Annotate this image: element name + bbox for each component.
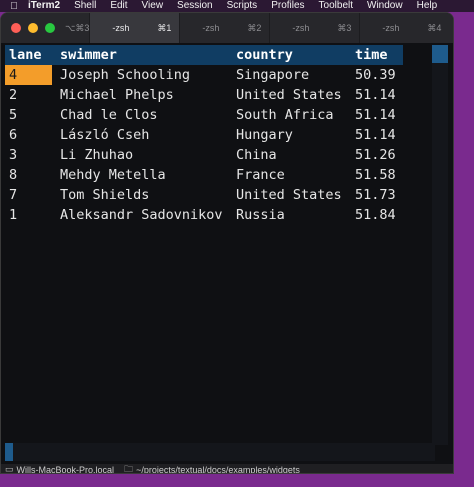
cell-time[interactable]: 51.14 <box>355 85 396 105</box>
tab-2[interactable]: -zsh ⌘2 <box>179 13 269 43</box>
cell-time[interactable]: 50.39 <box>355 65 396 85</box>
cell-time[interactable]: 51.73 <box>355 185 396 205</box>
horizontal-scrollbar[interactable] <box>5 443 435 461</box>
table-row[interactable]: 6 László Cseh Hungary 51.14 <box>5 125 403 145</box>
minimize-window-button[interactable] <box>28 23 38 33</box>
tab-label: -zsh <box>382 23 400 33</box>
tab-shortcut: ⌘1 <box>157 22 172 33</box>
column-header-lane[interactable]: lane <box>9 45 42 65</box>
cell-swimmer[interactable]: Chad le Clos <box>60 105 158 125</box>
cell-country[interactable]: United States <box>236 85 342 105</box>
cell-lane[interactable]: 8 <box>9 165 17 185</box>
close-window-button[interactable] <box>11 23 21 33</box>
column-header-time[interactable]: time <box>355 45 388 65</box>
current-path: ~/projects/textual/docs/examples/widgets <box>136 464 300 474</box>
window-controls <box>11 23 55 33</box>
menu-item-scripts[interactable]: Scripts <box>227 0 258 12</box>
cell-swimmer[interactable]: László Cseh <box>60 125 149 145</box>
vertical-scrollbar[interactable] <box>432 45 448 445</box>
vertical-scroll-thumb[interactable] <box>432 45 448 63</box>
table-row[interactable]: 1 Aleksandr Sadovnikov Russia 51.84 <box>5 205 403 225</box>
terminal-window: ⌥⌘3 -zsh ⌘1 -zsh ⌘2 -zsh ⌘3 -zsh ⌘4 + la… <box>0 12 454 474</box>
cell-country[interactable]: South Africa <box>236 105 334 125</box>
cell-lane[interactable]: 2 <box>9 85 17 105</box>
cell-lane[interactable]: 6 <box>9 125 17 145</box>
cell-lane[interactable]: 5 <box>9 105 17 125</box>
new-tab-button[interactable]: + <box>453 21 454 35</box>
tab-1[interactable]: -zsh ⌘1 <box>89 13 180 43</box>
menu-item-help[interactable]: Help <box>417 0 438 12</box>
tab-shortcut: ⌘3 <box>337 22 352 33</box>
apple-icon[interactable]:  <box>0 1 28 12</box>
cell-swimmer[interactable]: Aleksandr Sadovnikov <box>60 205 223 225</box>
cell-country[interactable]: Hungary <box>236 125 293 145</box>
tab-shortcut: ⌘2 <box>247 22 262 33</box>
tab-close-shortcut: ⌥⌘3 <box>65 22 90 33</box>
table-row[interactable]: 7 Tom Shields United States 51.73 <box>5 185 403 205</box>
menu-item-view[interactable]: View <box>142 0 164 12</box>
cell-country[interactable]: United States <box>236 185 342 205</box>
cell-country[interactable]: Singapore <box>236 65 309 85</box>
table-row[interactable]: 3 Li Zhuhao China 51.26 <box>5 145 403 165</box>
status-bar: ▭ Wills-MacBook-Pro.local 🗀 ~/projects/t… <box>1 462 453 474</box>
horizontal-scroll-thumb[interactable] <box>5 443 13 461</box>
table-header: lane swimmer country time <box>5 45 403 65</box>
tab-3[interactable]: -zsh ⌘3 <box>269 13 359 43</box>
cell-swimmer[interactable]: Li Zhuhao <box>60 145 133 165</box>
host-name: Wills-MacBook-Pro.local <box>16 464 115 474</box>
cell-time[interactable]: 51.26 <box>355 145 396 165</box>
cell-swimmer[interactable]: Joseph Schooling <box>60 65 190 85</box>
cell-time[interactable]: 51.84 <box>355 205 396 225</box>
table-row[interactable]: 8 Mehdy Metella France 51.58 <box>5 165 403 185</box>
folder-icon: 🗀 <box>124 463 134 474</box>
cell-swimmer[interactable]: Michael Phelps <box>60 85 174 105</box>
host-indicator: ▭ Wills-MacBook-Pro.local <box>5 464 115 474</box>
cell-lane[interactable]: 3 <box>9 145 17 165</box>
tab-4[interactable]: -zsh ⌘4 <box>359 13 449 43</box>
cell-country[interactable]: China <box>236 145 277 165</box>
table-row[interactable]: 2 Michael Phelps United States 51.14 <box>5 85 403 105</box>
cell-country[interactable]: France <box>236 165 285 185</box>
menu-item-shell[interactable]: Shell <box>74 0 96 12</box>
data-table[interactable]: lane swimmer country time 4 Joseph Schoo… <box>5 45 435 445</box>
cell-swimmer[interactable]: Tom Shields <box>60 185 149 205</box>
zoom-window-button[interactable] <box>45 23 55 33</box>
cell-time[interactable]: 51.14 <box>355 125 396 145</box>
cell-lane[interactable]: 4 <box>9 65 17 85</box>
tab-label: -zsh <box>292 23 310 33</box>
cell-lane[interactable]: 7 <box>9 185 17 205</box>
path-indicator: 🗀 ~/projects/textual/docs/examples/widge… <box>124 462 300 474</box>
computer-icon: ▭ <box>5 464 14 474</box>
title-bar: ⌥⌘3 -zsh ⌘1 -zsh ⌘2 -zsh ⌘3 -zsh ⌘4 + <box>1 13 454 43</box>
table-row[interactable]: 4 Joseph Schooling Singapore 50.39 <box>5 65 403 85</box>
menu-item-edit[interactable]: Edit <box>110 0 127 12</box>
menu-item-profiles[interactable]: Profiles <box>271 0 304 12</box>
table-row[interactable]: 5 Chad le Clos South Africa 51.14 <box>5 105 403 125</box>
menu-item-toolbelt[interactable]: Toolbelt <box>319 0 353 12</box>
menu-bar:  iTerm2 Shell Edit View Session Scripts… <box>0 0 474 12</box>
column-header-country[interactable]: country <box>236 45 293 65</box>
menu-item-iterm2[interactable]: iTerm2 <box>28 0 60 12</box>
tab-label: -zsh <box>112 23 130 33</box>
cell-time[interactable]: 51.14 <box>355 105 396 125</box>
tab-bar: -zsh ⌘1 -zsh ⌘2 -zsh ⌘3 -zsh ⌘4 <box>89 13 449 43</box>
column-header-swimmer[interactable]: swimmer <box>60 45 117 65</box>
cell-country[interactable]: Russia <box>236 205 285 225</box>
cell-lane[interactable]: 1 <box>9 205 17 225</box>
tab-label: -zsh <box>202 23 220 33</box>
cell-time[interactable]: 51.58 <box>355 165 396 185</box>
desktop-background <box>0 474 474 487</box>
cell-swimmer[interactable]: Mehdy Metella <box>60 165 166 185</box>
menu-item-session[interactable]: Session <box>177 0 213 12</box>
menu-item-window[interactable]: Window <box>367 0 403 12</box>
tab-shortcut: ⌘4 <box>427 22 442 33</box>
